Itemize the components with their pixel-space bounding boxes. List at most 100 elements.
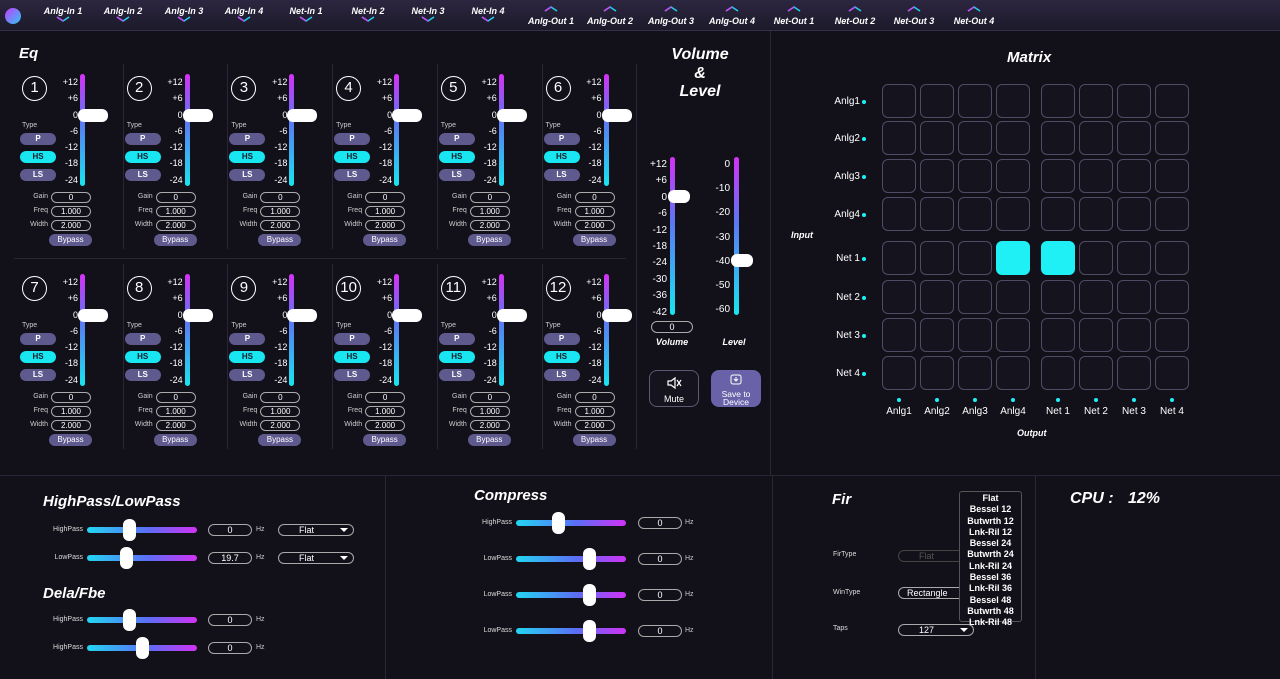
freq-input[interactable]: 1.000 bbox=[469, 406, 510, 417]
bypass-button[interactable]: Bypass bbox=[467, 234, 511, 246]
bypass-button[interactable]: Bypass bbox=[258, 434, 302, 446]
matrix-cell[interactable] bbox=[958, 241, 992, 275]
value-input[interactable]: 0 bbox=[208, 524, 252, 536]
bypass-button[interactable]: Bypass bbox=[467, 434, 511, 446]
matrix-cell[interactable] bbox=[920, 318, 954, 352]
filter-dropdown[interactable]: Flat bbox=[278, 552, 354, 564]
bypass-button[interactable]: Bypass bbox=[153, 434, 197, 446]
gain-slider-track[interactable] bbox=[80, 74, 85, 186]
matrix-cell[interactable] bbox=[1079, 159, 1113, 193]
type-button-p[interactable]: P bbox=[20, 133, 56, 145]
matrix-cell[interactable] bbox=[882, 318, 916, 352]
slider-track[interactable] bbox=[87, 617, 197, 623]
width-input[interactable]: 2.000 bbox=[365, 420, 406, 431]
width-input[interactable]: 2.000 bbox=[155, 420, 196, 431]
matrix-cell[interactable] bbox=[1155, 159, 1189, 193]
gain-slider-knob[interactable] bbox=[496, 109, 527, 122]
bypass-button[interactable]: Bypass bbox=[49, 234, 92, 246]
type-button-hs[interactable]: HS bbox=[334, 351, 371, 363]
gain-slider-track[interactable] bbox=[184, 274, 190, 386]
value-input[interactable]: 0 bbox=[208, 642, 252, 654]
slider-track[interactable] bbox=[516, 592, 626, 598]
matrix-cell[interactable] bbox=[996, 121, 1030, 155]
matrix-cell[interactable] bbox=[920, 121, 954, 155]
type-button-ls[interactable]: LS bbox=[334, 369, 371, 381]
volume-track[interactable] bbox=[670, 157, 675, 315]
matrix-cell[interactable] bbox=[1079, 197, 1113, 231]
type-button-hs[interactable]: HS bbox=[20, 351, 56, 363]
filter-option[interactable]: Butwrth 12 bbox=[960, 516, 1021, 527]
width-input[interactable]: 2.000 bbox=[260, 420, 301, 431]
type-button-p[interactable]: P bbox=[543, 333, 580, 345]
gain-slider-track[interactable] bbox=[184, 74, 190, 186]
slider-knob[interactable] bbox=[136, 637, 149, 659]
type-button-p[interactable]: P bbox=[334, 133, 371, 145]
slider-track[interactable] bbox=[516, 520, 626, 526]
matrix-cell[interactable] bbox=[1117, 318, 1151, 352]
type-button-ls[interactable]: LS bbox=[543, 169, 580, 181]
gain-slider-knob[interactable] bbox=[601, 309, 632, 322]
matrix-cell[interactable] bbox=[1155, 121, 1189, 155]
value-input[interactable]: 0 bbox=[638, 625, 682, 637]
matrix-cell[interactable] bbox=[1155, 241, 1189, 275]
slider-knob[interactable] bbox=[119, 547, 133, 569]
slider-knob[interactable] bbox=[582, 620, 596, 642]
freq-input[interactable]: 1.000 bbox=[260, 406, 301, 417]
matrix-cell[interactable] bbox=[920, 356, 954, 390]
level-track[interactable] bbox=[734, 157, 739, 315]
slider-track[interactable] bbox=[516, 556, 626, 562]
tab-output-2[interactable]: Anlg-Out 2 bbox=[580, 0, 640, 26]
matrix-cell[interactable] bbox=[1041, 241, 1075, 275]
filter-option[interactable]: Bessel 12 bbox=[960, 504, 1021, 515]
tab-output-6[interactable]: Net-Out 2 bbox=[825, 0, 885, 26]
tab-input-8[interactable]: Net-In 4 bbox=[458, 0, 518, 22]
matrix-cell[interactable] bbox=[882, 356, 916, 390]
tab-output-5[interactable]: Net-Out 1 bbox=[764, 0, 824, 26]
filter-option[interactable]: Lnk-Ril 24 bbox=[960, 561, 1021, 572]
width-input[interactable]: 2.000 bbox=[260, 220, 301, 231]
type-button-ls[interactable]: LS bbox=[124, 169, 161, 181]
width-input[interactable]: 2.000 bbox=[469, 220, 510, 231]
matrix-cell[interactable] bbox=[996, 318, 1030, 352]
gain-slider-track[interactable] bbox=[603, 274, 609, 386]
width-input[interactable]: 2.000 bbox=[574, 220, 615, 231]
matrix-cell[interactable] bbox=[996, 159, 1030, 193]
filter-option[interactable]: Flat bbox=[960, 493, 1021, 504]
width-input[interactable]: 2.000 bbox=[51, 420, 91, 431]
volume-value[interactable]: 0 bbox=[651, 321, 693, 333]
matrix-cell[interactable] bbox=[1079, 84, 1113, 118]
gain-slider-knob[interactable] bbox=[287, 109, 318, 122]
tab-input-6[interactable]: Net-In 2 bbox=[338, 0, 398, 22]
value-input[interactable]: 19.7 bbox=[208, 552, 252, 564]
gain-input[interactable]: 0 bbox=[155, 392, 196, 403]
gain-slider-knob[interactable] bbox=[78, 109, 108, 122]
type-button-ls[interactable]: LS bbox=[20, 169, 56, 181]
type-button-p[interactable]: P bbox=[124, 333, 161, 345]
gain-slider-track[interactable] bbox=[289, 74, 295, 186]
bypass-button[interactable]: Bypass bbox=[363, 234, 407, 246]
slider-track[interactable] bbox=[87, 527, 197, 533]
tab-output-4[interactable]: Anlg-Out 4 bbox=[702, 0, 762, 26]
matrix-cell[interactable] bbox=[1117, 159, 1151, 193]
freq-input[interactable]: 1.000 bbox=[574, 406, 615, 417]
type-button-hs[interactable]: HS bbox=[543, 351, 580, 363]
matrix-cell[interactable] bbox=[1041, 84, 1075, 118]
gain-input[interactable]: 0 bbox=[365, 192, 406, 203]
gain-input[interactable]: 0 bbox=[155, 192, 196, 203]
matrix-cell[interactable] bbox=[958, 121, 992, 155]
matrix-cell[interactable] bbox=[958, 280, 992, 314]
value-input[interactable]: 0 bbox=[638, 517, 682, 529]
filter-option[interactable]: Bessel 36 bbox=[960, 572, 1021, 583]
matrix-cell[interactable] bbox=[1079, 356, 1113, 390]
gain-input[interactable]: 0 bbox=[51, 192, 91, 203]
type-button-p[interactable]: P bbox=[438, 333, 475, 345]
slider-knob[interactable] bbox=[122, 609, 136, 631]
type-button-p[interactable]: P bbox=[229, 333, 266, 345]
gain-slider-knob[interactable] bbox=[601, 109, 632, 122]
matrix-cell[interactable] bbox=[1155, 318, 1189, 352]
matrix-cell[interactable] bbox=[882, 280, 916, 314]
gain-input[interactable]: 0 bbox=[365, 392, 406, 403]
freq-input[interactable]: 1.000 bbox=[51, 206, 91, 217]
bypass-button[interactable]: Bypass bbox=[258, 234, 302, 246]
mute-button[interactable]: Mute bbox=[649, 370, 699, 407]
